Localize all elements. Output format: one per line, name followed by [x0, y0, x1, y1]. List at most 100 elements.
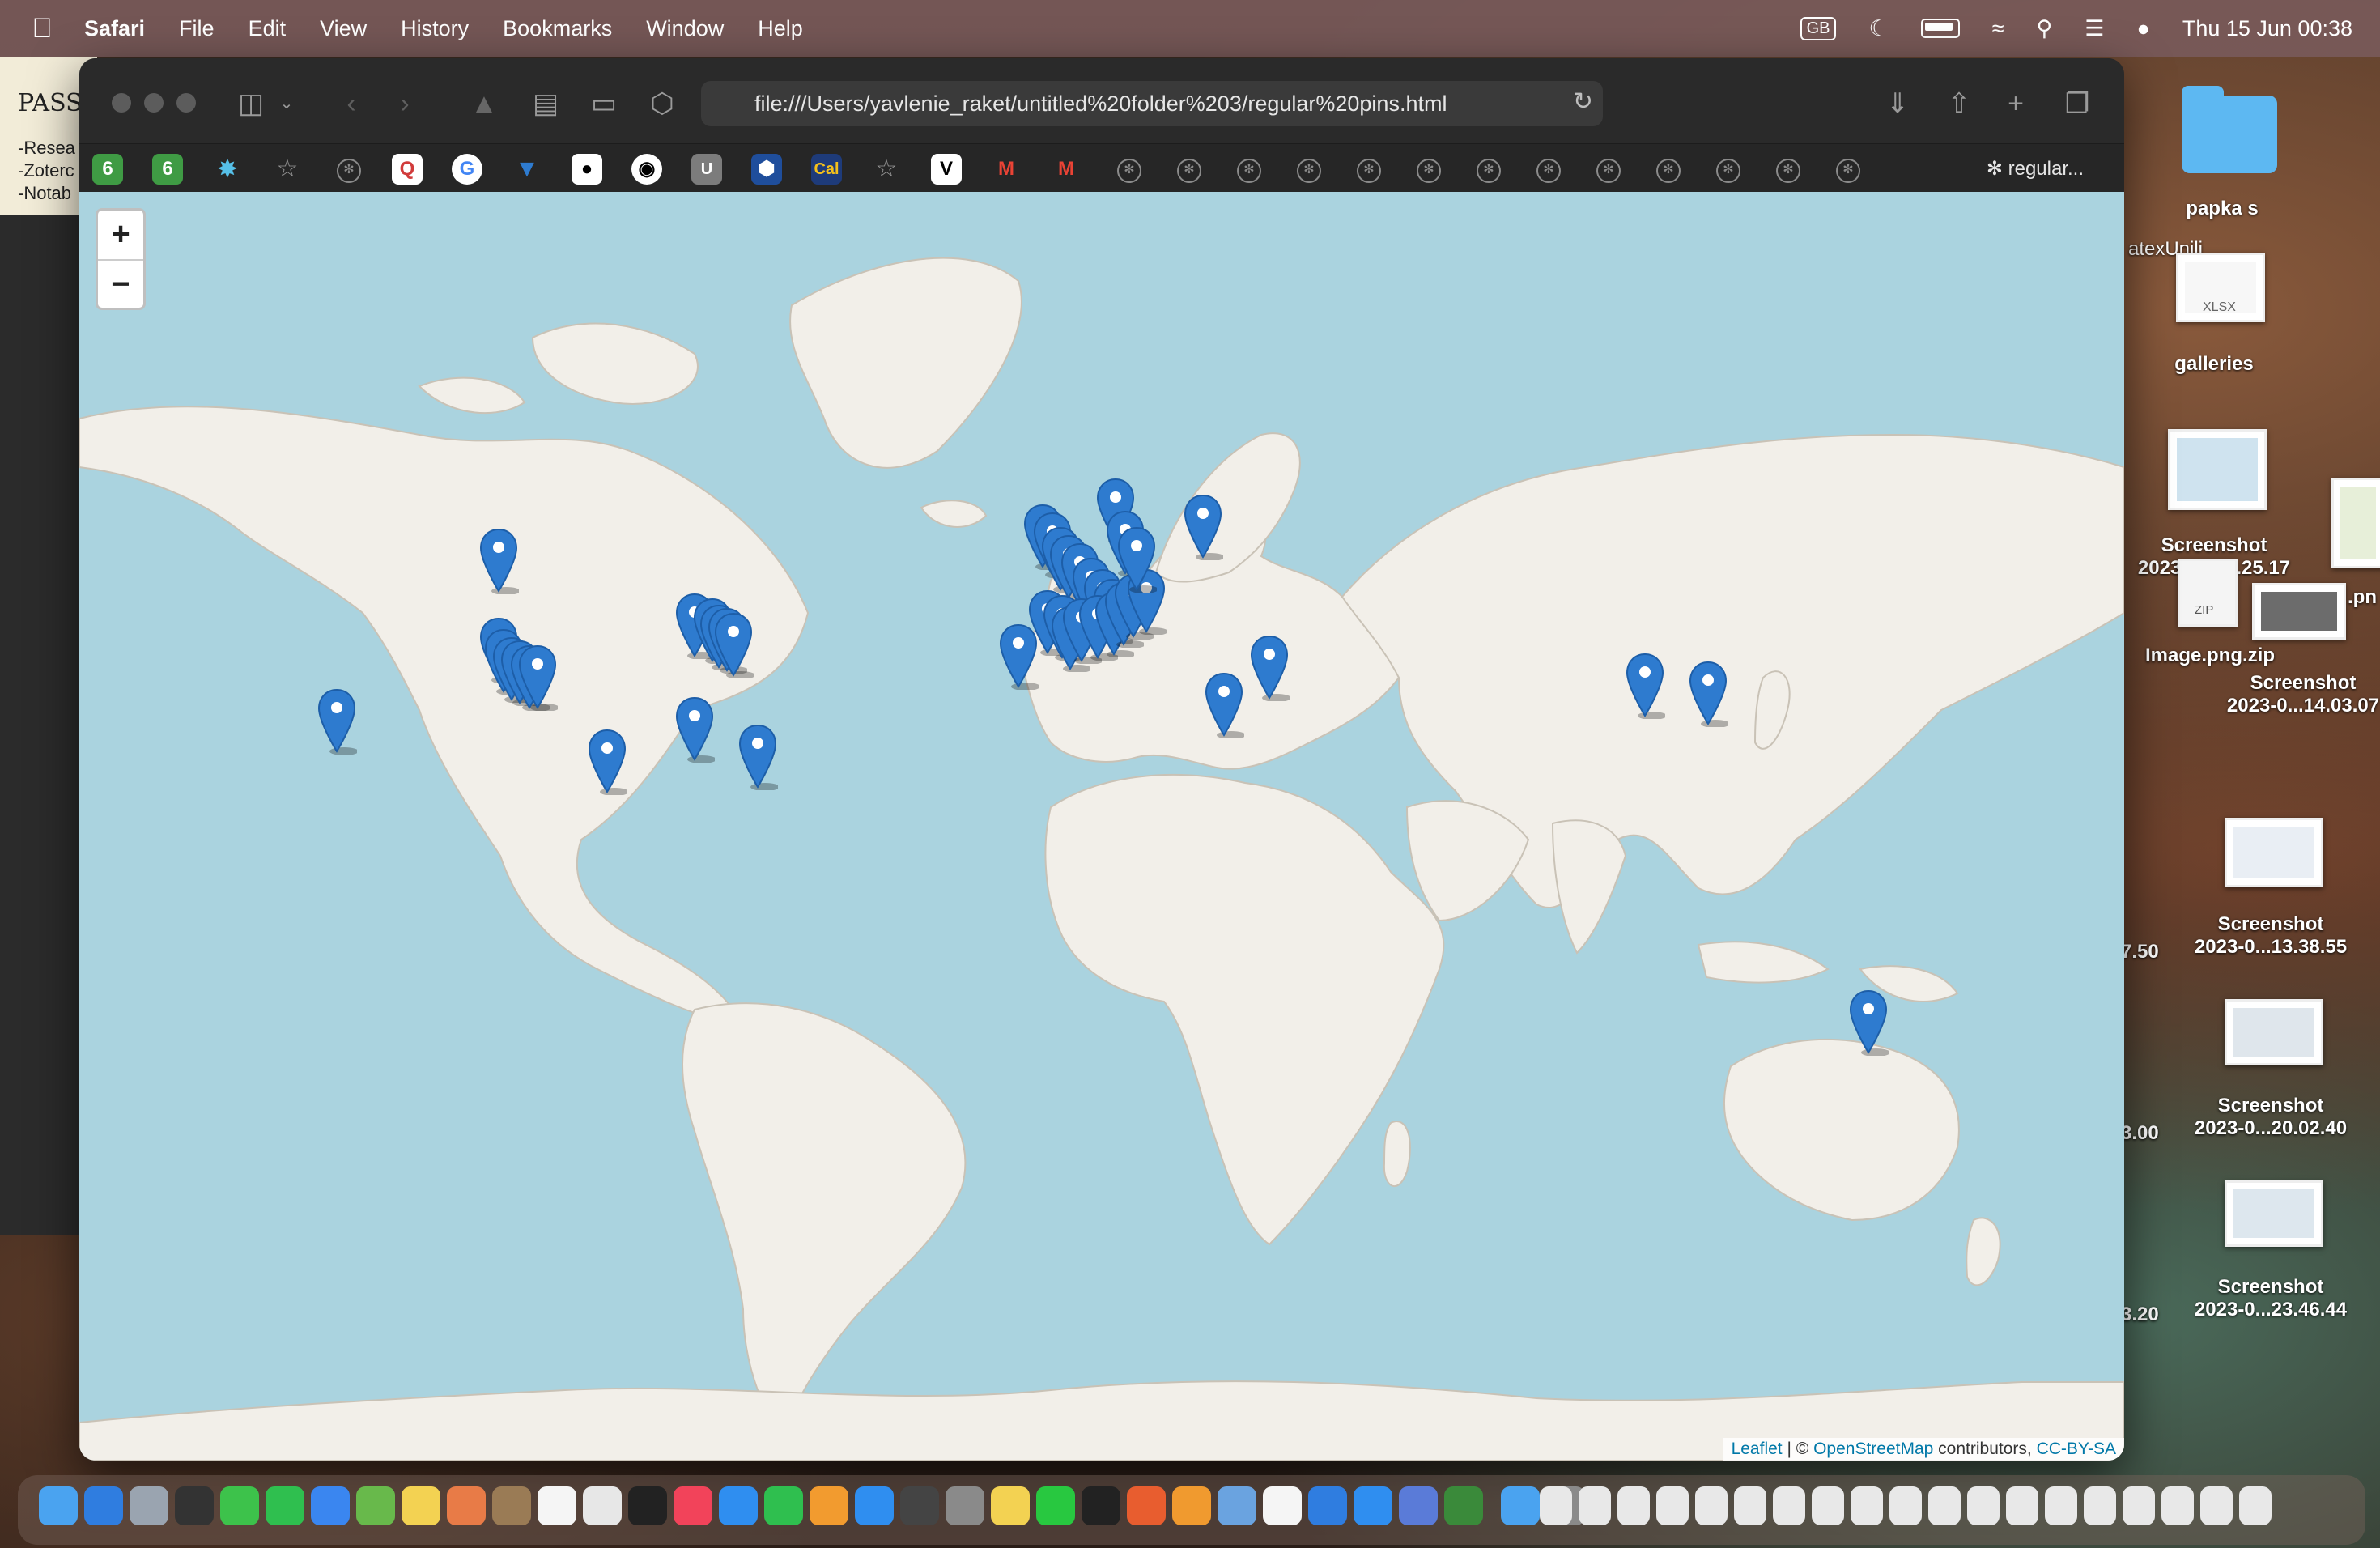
map-marker-icon[interactable]: [1688, 661, 1730, 728]
screenshot-thumbnail[interactable]: [2225, 818, 2323, 887]
desktop-item-label[interactable]: galleries: [2161, 353, 2267, 376]
leaflet-map[interactable]: + − Leaflet | © OpenStreetMap contributo…: [79, 192, 2124, 1461]
dock-recent-document-icon[interactable]: [2045, 1486, 2077, 1525]
zip-file-icon[interactable]: ZIP: [2178, 559, 2238, 627]
license-link[interactable]: CC-BY-SA: [2037, 1440, 2116, 1458]
dock-piano-icon[interactable]: [900, 1486, 939, 1525]
dock-reminders-icon[interactable]: [538, 1486, 576, 1525]
leaflet-link[interactable]: Leaflet: [1732, 1440, 1783, 1458]
search-icon[interactable]: ⚲: [2037, 16, 2053, 41]
dock-recent-document-icon[interactable]: [1656, 1486, 1689, 1525]
bookmark-q-icon[interactable]: Q: [392, 154, 423, 185]
image-thumbnail[interactable]: [2252, 583, 2346, 640]
dock-system-settings-icon[interactable]: [946, 1486, 984, 1525]
bookmark-compass-icon[interactable]: ✻: [337, 159, 361, 183]
menu-file[interactable]: File: [179, 16, 215, 41]
dock-safari-icon[interactable]: [84, 1486, 123, 1525]
bookmark-compass-icon[interactable]: ✻: [1776, 159, 1800, 183]
desktop-item-label[interactable]: Screenshot 2023-0...14.03.07: [2202, 672, 2380, 717]
map-marker-icon[interactable]: [517, 644, 559, 712]
osm-link[interactable]: OpenStreetMap: [1813, 1440, 1933, 1458]
dock-recent-document-icon[interactable]: [1928, 1486, 1961, 1525]
desktop-item-partial-label[interactable]: 7.50: [2121, 941, 2170, 963]
wifi-icon[interactable]: ≈: [1992, 16, 2004, 41]
map-marker-icon[interactable]: [1204, 672, 1246, 739]
bookmark-gmail-icon[interactable]: M: [1051, 154, 1082, 185]
dock-contacts-icon[interactable]: [492, 1486, 531, 1525]
desktop-item-partial-label[interactable]: 3.00: [2121, 1122, 2170, 1145]
zoom-in-button[interactable]: +: [98, 211, 143, 259]
bookmark-telescope-icon[interactable]: ✸: [212, 154, 243, 185]
dock-recent-document-icon[interactable]: [2161, 1486, 2194, 1525]
dock-numbers-icon[interactable]: [764, 1486, 803, 1525]
zoom-out-button[interactable]: −: [98, 259, 143, 309]
dock-recent-document-icon[interactable]: [2006, 1486, 2038, 1525]
dock-r-icon[interactable]: [1399, 1486, 1438, 1525]
reload-icon[interactable]: ↻: [1573, 87, 1593, 116]
dock-terminal-icon[interactable]: [1082, 1486, 1120, 1525]
dock-preview-icon[interactable]: [1218, 1486, 1256, 1525]
desktop-item-partial-label[interactable]: .pn: [2348, 586, 2380, 609]
dock-app-store-icon[interactable]: [855, 1486, 894, 1525]
dock-mail-icon[interactable]: [311, 1486, 350, 1525]
screenshot-thumbnail[interactable]: [2168, 429, 2267, 510]
dock-textedit-icon[interactable]: [1263, 1486, 1302, 1525]
bookmark-compass-icon[interactable]: ✻: [1417, 159, 1441, 183]
dock-recent-document-icon[interactable]: [1695, 1486, 1728, 1525]
bookmark-star-icon[interactable]: ☆: [871, 154, 902, 185]
bookmark-gmail-icon[interactable]: M: [991, 154, 1022, 185]
menu-help[interactable]: Help: [758, 16, 803, 41]
bookmark-cal-icon[interactable]: Cal: [811, 154, 842, 185]
dock-bluetooth-icon[interactable]: [1308, 1486, 1347, 1525]
dock-recent-document-icon[interactable]: [1773, 1486, 1805, 1525]
dock-maps-icon[interactable]: [356, 1486, 395, 1525]
menu-view[interactable]: View: [320, 16, 367, 41]
back-icon[interactable]: ‹: [335, 87, 368, 120]
dock-launchpad-icon[interactable]: [130, 1486, 168, 1525]
menu-bookmarks[interactable]: Bookmarks: [503, 16, 612, 41]
dock-recent-document-icon[interactable]: [1889, 1486, 1922, 1525]
forward-icon[interactable]: ›: [389, 87, 421, 120]
dock-recent-document-icon[interactable]: [1967, 1486, 2000, 1525]
bookmark-compass-icon[interactable]: ✻: [1237, 159, 1261, 183]
dock-recent-document-icon[interactable]: [2239, 1486, 2272, 1525]
dock-pages-icon[interactable]: [810, 1486, 848, 1525]
control-center-icon[interactable]: ☰: [2085, 16, 2104, 41]
zoom-window-button[interactable]: [176, 93, 196, 113]
map-marker-icon[interactable]: [737, 724, 780, 791]
bookmark-compass-icon[interactable]: ✻: [1836, 159, 1860, 183]
close-window-button[interactable]: [112, 93, 131, 113]
bookmark-google-icon[interactable]: G: [452, 154, 482, 185]
extension-icon[interactable]: ▤: [529, 87, 562, 120]
menu-app-name[interactable]: Safari: [84, 16, 145, 41]
bookmark-star-icon[interactable]: ☆: [272, 154, 303, 185]
minimize-window-button[interactable]: [144, 93, 164, 113]
dock-finder-icon[interactable]: [39, 1486, 78, 1525]
bookmark-compass-icon[interactable]: ✻: [1177, 159, 1201, 183]
dock-messages-icon[interactable]: [220, 1486, 259, 1525]
map-marker-icon[interactable]: [674, 696, 716, 763]
dock-stickies-icon[interactable]: [991, 1486, 1030, 1525]
xlsx-file-icon[interactable]: XLSX: [2176, 253, 2265, 322]
dock-pdf-icon[interactable]: [1127, 1486, 1166, 1525]
folder-icon[interactable]: [2182, 86, 2277, 173]
dock-recent-document-icon[interactable]: [1734, 1486, 1766, 1525]
dock-music-icon[interactable]: [674, 1486, 712, 1525]
extension-hexagon-icon[interactable]: ⬡: [646, 87, 678, 120]
keyboard-layout-indicator[interactable]: GB: [1800, 16, 1837, 40]
map-marker-icon[interactable]: [713, 612, 755, 679]
png-thumbnail[interactable]: [2331, 478, 2380, 568]
dock-photos-icon[interactable]: [447, 1486, 486, 1525]
siri-icon[interactable]: ●: [2137, 16, 2150, 41]
apple-icon[interactable]: : [0, 13, 84, 45]
tab-overview-icon[interactable]: ❐: [2061, 87, 2093, 120]
map-marker-icon[interactable]: [587, 729, 629, 796]
map-marker-icon[interactable]: [1625, 653, 1667, 720]
map-marker-icon[interactable]: [1848, 989, 1890, 1057]
desktop-item-partial-label[interactable]: 3.20: [2121, 1303, 2170, 1326]
dock-freeform-icon[interactable]: [583, 1486, 622, 1525]
dock-recent-document-icon[interactable]: [1812, 1486, 1844, 1525]
bookmark-compass-icon[interactable]: ✻: [1536, 159, 1561, 183]
dock-recent-document-icon[interactable]: [1540, 1486, 1572, 1525]
dock-recent-document-icon[interactable]: [1617, 1486, 1650, 1525]
